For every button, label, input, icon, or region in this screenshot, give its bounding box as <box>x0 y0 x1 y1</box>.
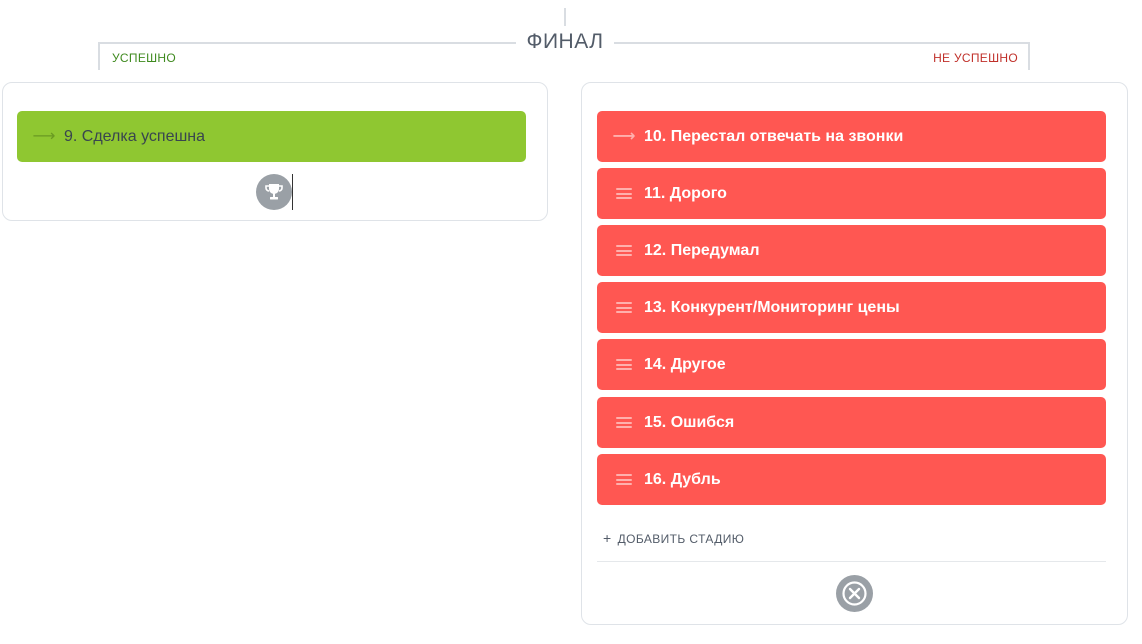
tree-connector-left <box>100 42 516 44</box>
stage-item-success[interactable]: ⟶ 9. Сделка успешна <box>17 111 526 162</box>
stage-item-fail[interactable]: 15. Ошибся <box>597 397 1106 448</box>
stage-label: 9. Сделка успешна <box>64 127 206 145</box>
plus-icon: + <box>603 530 612 546</box>
stage-label: 16. Дубль <box>644 470 721 488</box>
arrow-right-icon: ⟶ <box>612 127 636 145</box>
drag-handle-icon[interactable] <box>612 302 636 313</box>
text-cursor <box>292 174 293 210</box>
drag-handle-icon[interactable] <box>612 359 636 370</box>
stage-label: 11. Дорого <box>644 184 727 202</box>
stage-item-fail[interactable]: 16. Дубль <box>597 454 1106 505</box>
stage-item-fail[interactable]: ⟶ 10. Перестал отвечать на звонки <box>597 111 1106 162</box>
drag-handle-icon[interactable] <box>612 417 636 428</box>
add-stage-label: ДОБАВИТЬ СТАДИЮ <box>617 532 745 546</box>
tree-branch-left <box>98 42 100 70</box>
stage-item-fail[interactable]: 11. Дорого <box>597 168 1106 219</box>
stage-label: 13. Конкурент/Мониторинг цены <box>644 298 900 316</box>
arrow-right-icon: ⟶ <box>32 127 56 145</box>
tree-branch-right <box>1028 42 1030 70</box>
drag-handle-icon[interactable] <box>612 474 636 485</box>
cancel-circle-icon[interactable] <box>836 575 873 612</box>
divider <box>597 561 1106 562</box>
trophy-icon[interactable] <box>256 174 292 210</box>
stage-item-fail[interactable]: 13. Конкурент/Мониторинг цены <box>597 282 1106 333</box>
stage-item-fail[interactable]: 14. Другое <box>597 339 1106 390</box>
tree-connector-top <box>564 8 566 26</box>
final-title: ФИНАЛ <box>526 30 604 53</box>
stage-label: 12. Передумал <box>644 241 760 259</box>
stage-item-fail[interactable]: 12. Передумал <box>597 225 1106 276</box>
fail-label: НЕ УСПЕШНО <box>933 51 1018 65</box>
stage-label: 15. Ошибся <box>644 413 735 431</box>
drag-handle-icon[interactable] <box>612 245 636 256</box>
drag-handle-icon[interactable] <box>612 188 636 199</box>
stage-label: 14. Другое <box>644 355 726 373</box>
tree-connector-right <box>614 42 1030 44</box>
stage-label: 10. Перестал отвечать на звонки <box>644 127 904 145</box>
success-label: УСПЕШНО <box>112 51 177 65</box>
add-stage-button[interactable]: + ДОБАВИТЬ СТАДИЮ <box>603 530 744 546</box>
